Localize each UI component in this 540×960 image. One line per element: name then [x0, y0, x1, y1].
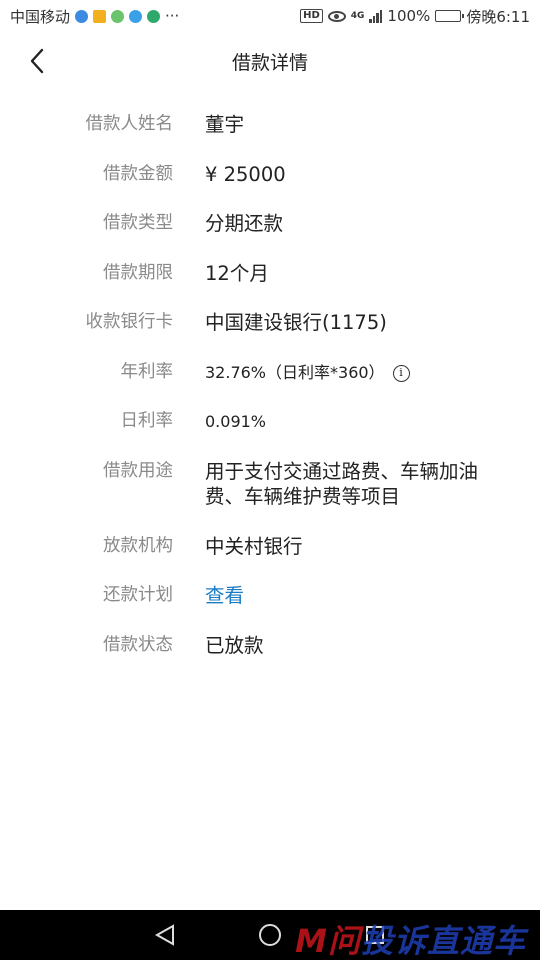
detail-value: ¥ 25000	[205, 162, 286, 186]
nav-home-button[interactable]	[255, 920, 285, 950]
hd-badge-icon: HD	[300, 9, 323, 23]
detail-label: 日利率	[120, 411, 174, 431]
detail-label: 放款机构	[103, 535, 173, 556]
carrier-label: 中国移动	[10, 7, 71, 26]
page-title: 借款详情	[231, 51, 308, 74]
detail-value: 已放款	[205, 633, 264, 657]
detail-value-container: 32.76%（日利率*360） i	[205, 360, 495, 385]
detail-label: 借款金额	[103, 163, 173, 184]
system-nav-bar: M问投诉直通车	[0, 910, 540, 960]
detail-value: 0.091%	[205, 412, 267, 431]
view-repayment-plan-link[interactable]: 查看	[205, 583, 495, 608]
network-type-label: 4G	[350, 11, 365, 21]
watermark-part-a: M问	[295, 922, 361, 960]
info-icon[interactable]: i	[392, 364, 410, 382]
battery-icon	[435, 10, 465, 22]
clock-time: 傍晚6:11	[466, 7, 530, 26]
detail-row-loan-status: 借款状态 已放款	[0, 633, 540, 683]
detail-label: 年利率	[120, 361, 174, 382]
chat-notification-icon	[129, 9, 143, 23]
detail-row-annual-rate: 年利率 32.76%（日利率*360） i	[0, 360, 540, 410]
watermark-part-b: 投诉直通车	[360, 922, 526, 960]
detail-row-loan-term: 借款期限 12个月	[0, 261, 540, 311]
detail-row-repayment-plan: 还款计划 查看	[0, 583, 540, 633]
detail-label: 收款银行卡	[85, 312, 174, 332]
detail-label: 借款人姓名	[85, 114, 174, 134]
top-header: 借款详情	[0, 32, 540, 90]
detail-label: 借款期限	[103, 262, 173, 283]
watermark-logo: M问投诉直通车	[295, 916, 526, 960]
detail-row-borrower-name: 借款人姓名 董宇	[0, 112, 540, 162]
eye-comfort-icon	[327, 10, 346, 22]
detail-value: 中关村银行	[205, 534, 303, 558]
detail-value: 用于支付交通过路费、车辆加油费、车辆维护费等项目	[205, 459, 479, 508]
back-button[interactable]	[22, 46, 52, 76]
detail-row-loan-amount: 借款金额 ¥ 25000	[0, 162, 540, 212]
signal-strength-icon	[369, 9, 383, 23]
nav-back-button[interactable]	[150, 920, 180, 950]
chevron-left-icon	[30, 48, 44, 74]
mail-notification-icon	[93, 9, 107, 23]
detail-value: 中国建设银行(1175)	[205, 311, 387, 334]
detail-label: 借款类型	[103, 213, 173, 233]
browser-notification-icon	[75, 9, 89, 23]
detail-row-loan-purpose: 借款用途 用于支付交通过路费、车辆加油费、车辆维护费等项目	[0, 459, 540, 534]
bank-notification-icon	[147, 9, 161, 23]
status-right: HD 4G 100% 傍晚6:11	[300, 6, 530, 27]
more-notifications-icon: ···	[165, 7, 180, 25]
detail-value: 12个月	[205, 261, 269, 285]
detail-row-loan-type: 借款类型 分期还款	[0, 211, 540, 261]
detail-value: 董宇	[205, 113, 245, 136]
detail-value: 分期还款	[205, 212, 284, 235]
detail-label: 借款状态	[103, 634, 173, 655]
status-left: 中国移动 ···	[10, 6, 179, 27]
detail-row-daily-rate: 日利率 0.091%	[0, 409, 540, 459]
app-notification-icon	[111, 9, 125, 23]
detail-value: 32.76%（日利率*360）	[205, 362, 385, 382]
loan-details-list: 借款人姓名 董宇 借款金额 ¥ 25000 借款类型 分期还款 借款期限 12个…	[0, 112, 540, 682]
detail-label: 借款用途	[103, 460, 173, 481]
back-triangle-icon	[154, 924, 174, 946]
home-circle-icon	[259, 924, 281, 946]
detail-row-bank-card: 收款银行卡 中国建设银行(1175)	[0, 310, 540, 360]
status-bar: 中国移动 ··· HD 4G 100% 傍晚6:11	[0, 0, 540, 32]
detail-row-lender: 放款机构 中关村银行	[0, 534, 540, 584]
battery-percent: 100%	[387, 7, 431, 25]
detail-label: 还款计划	[103, 585, 173, 605]
